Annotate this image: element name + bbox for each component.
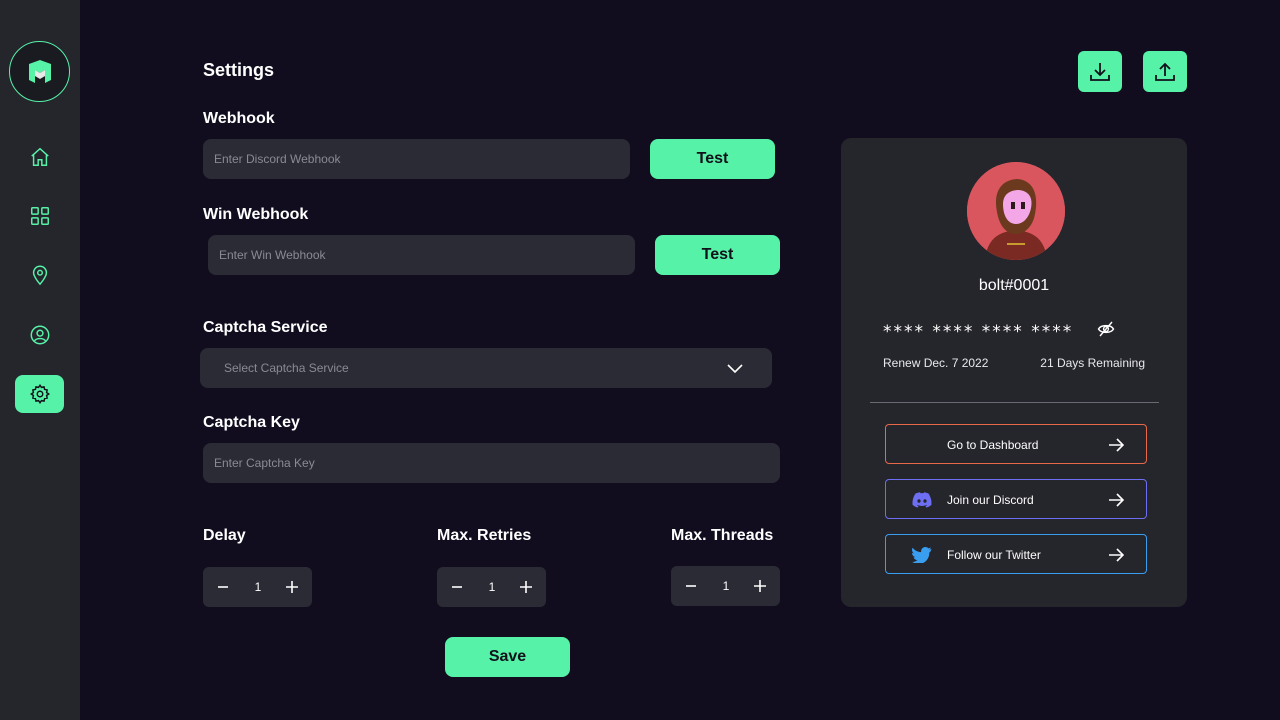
captcha-service-label: Captcha Service bbox=[203, 319, 328, 336]
app-logo[interactable] bbox=[9, 41, 70, 102]
divider bbox=[870, 402, 1159, 403]
grid-icon bbox=[30, 207, 49, 225]
user-icon bbox=[30, 325, 49, 345]
win-webhook-input[interactable] bbox=[208, 235, 635, 275]
webhook-input[interactable] bbox=[203, 139, 630, 179]
minus-icon bbox=[686, 585, 696, 587]
webhook-test-button[interactable]: Test bbox=[650, 139, 775, 179]
username: bolt#0001 bbox=[978, 277, 1050, 294]
nav-location[interactable] bbox=[15, 256, 64, 294]
win-webhook-test-button[interactable]: Test bbox=[655, 235, 780, 275]
captcha-service-select[interactable]: Select Captcha Service bbox=[200, 348, 772, 388]
arrow-right-icon bbox=[1109, 438, 1124, 452]
arrow-right-icon bbox=[1109, 493, 1124, 507]
logo-icon bbox=[28, 59, 51, 83]
twitter-link-button[interactable]: Follow our Twitter bbox=[885, 534, 1147, 574]
max-retries-label: Max. Retries bbox=[437, 527, 532, 544]
nav-home[interactable] bbox=[15, 138, 64, 176]
delay-value: 1 bbox=[254, 580, 262, 594]
twitter-link-label: Follow our Twitter bbox=[947, 548, 1041, 562]
avatar-image bbox=[967, 162, 1065, 260]
delay-stepper[interactable]: 1 bbox=[203, 567, 312, 607]
page-title: Settings bbox=[203, 60, 275, 80]
nav-grid[interactable] bbox=[15, 197, 64, 235]
eye-slash-icon[interactable] bbox=[1097, 320, 1115, 338]
home-icon bbox=[30, 147, 49, 166]
location-pin-icon bbox=[32, 265, 47, 286]
gear-icon bbox=[29, 384, 50, 404]
max-threads-increment-button[interactable] bbox=[750, 576, 770, 596]
plus-icon bbox=[286, 581, 298, 593]
minus-icon bbox=[218, 586, 228, 588]
delay-increment-button[interactable] bbox=[282, 577, 302, 597]
max-threads-label: Max. Threads bbox=[671, 527, 774, 544]
discord-link-button[interactable]: Join our Discord bbox=[885, 479, 1147, 519]
export-button[interactable] bbox=[1143, 51, 1187, 92]
sidebar bbox=[0, 0, 80, 720]
avatar bbox=[967, 162, 1065, 260]
max-retries-decrement-button[interactable] bbox=[447, 577, 467, 597]
delay-label: Delay bbox=[203, 527, 246, 544]
minus-icon bbox=[452, 586, 462, 588]
max-threads-value: 1 bbox=[722, 579, 730, 593]
chevron-down-icon bbox=[727, 364, 743, 374]
captcha-service-placeholder: Select Captcha Service bbox=[224, 361, 349, 375]
delay-decrement-button[interactable] bbox=[213, 577, 233, 597]
dashboard-link-label: Go to Dashboard bbox=[947, 438, 1039, 452]
plus-icon bbox=[754, 580, 766, 592]
save-button[interactable]: Save bbox=[445, 637, 570, 677]
captcha-key-input[interactable] bbox=[203, 443, 780, 483]
import-button[interactable] bbox=[1078, 51, 1122, 92]
renew-date: Renew Dec. 7 2022 bbox=[883, 356, 989, 370]
max-retries-increment-button[interactable] bbox=[516, 577, 536, 597]
max-threads-stepper[interactable]: 1 bbox=[671, 566, 780, 606]
max-threads-decrement-button[interactable] bbox=[681, 576, 701, 596]
discord-icon bbox=[912, 492, 932, 508]
days-remaining: 21 Days Remaining bbox=[1040, 356, 1145, 370]
license-key: **** **** **** **** bbox=[883, 322, 1074, 342]
max-retries-stepper[interactable]: 1 bbox=[437, 567, 546, 607]
nav-settings[interactable] bbox=[15, 375, 64, 413]
twitter-icon bbox=[912, 547, 932, 563]
nav-profile[interactable] bbox=[15, 316, 64, 354]
profile-card: bolt#0001 **** **** **** **** Renew Dec.… bbox=[841, 138, 1187, 607]
discord-link-label: Join our Discord bbox=[947, 493, 1034, 507]
upload-icon bbox=[1155, 62, 1175, 81]
win-webhook-label: Win Webhook bbox=[203, 206, 309, 223]
plus-icon bbox=[520, 581, 532, 593]
captcha-key-label: Captcha Key bbox=[203, 414, 300, 431]
webhook-label: Webhook bbox=[203, 110, 275, 127]
max-retries-value: 1 bbox=[488, 580, 496, 594]
download-icon bbox=[1090, 62, 1110, 81]
dashboard-link-button[interactable]: Go to Dashboard bbox=[885, 424, 1147, 464]
arrow-right-icon bbox=[1109, 548, 1124, 562]
